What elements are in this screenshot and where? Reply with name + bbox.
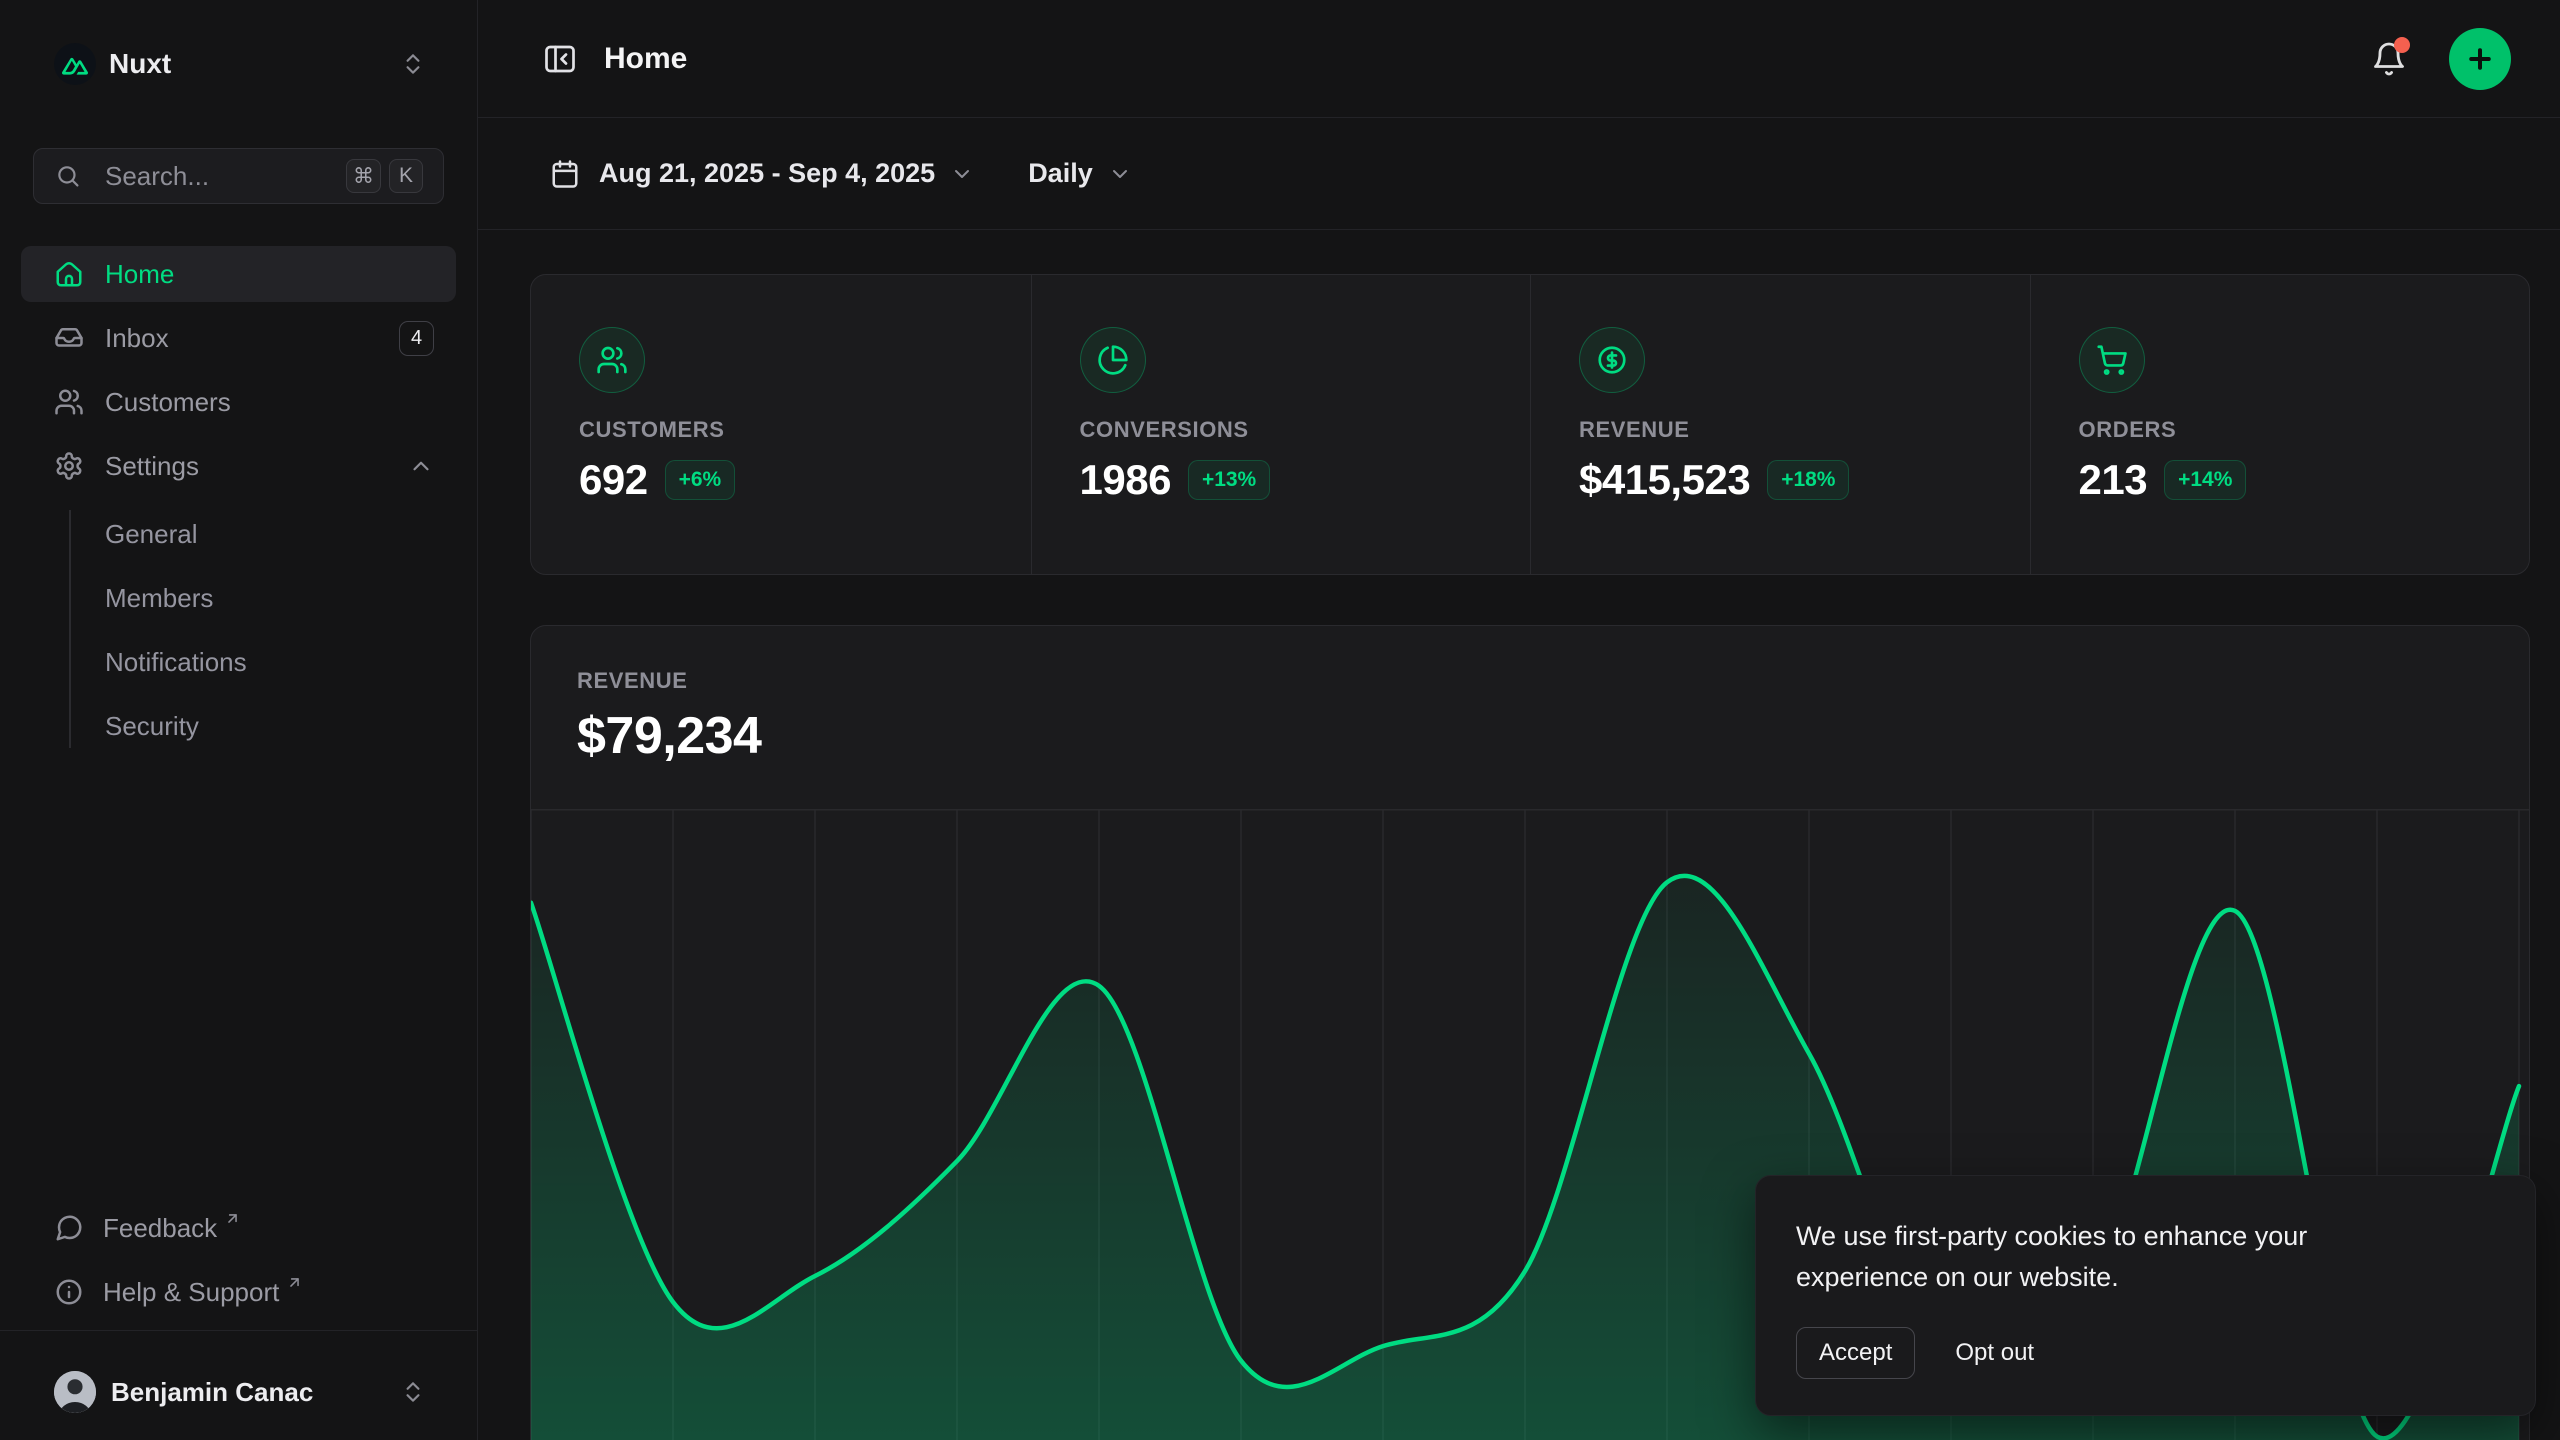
date-range-picker[interactable]: Aug 21, 2025 - Sep 4, 2025 (550, 158, 974, 189)
granularity-value: Daily (1028, 158, 1093, 189)
team-switcher[interactable]: Nuxt (21, 36, 456, 92)
footer-item-label: Help & Support (103, 1277, 279, 1308)
cookie-message: We use first-party cookies to enhance yo… (1796, 1216, 2446, 1297)
sidebar-divider (0, 1330, 477, 1331)
stat-label: ORDERS (2079, 417, 2530, 443)
cookie-banner: We use first-party cookies to enhance yo… (1755, 1175, 2536, 1416)
stat-revenue[interactable]: REVENUE $415,523 +18% (1530, 275, 2030, 574)
revenue-chart-value: $79,234 (577, 706, 2529, 766)
help-support-link[interactable]: Help & Support (21, 1260, 456, 1324)
sidebar-item-customers[interactable]: Customers (21, 374, 456, 430)
stat-conversions[interactable]: CONVERSIONS 1986 +13% (1031, 275, 1531, 574)
notification-dot (2394, 37, 2410, 53)
sidebar-item-settings[interactable]: Settings (21, 438, 456, 494)
user-name: Benjamin Canac (111, 1377, 400, 1408)
external-link-icon (224, 1210, 241, 1227)
stat-label: CONVERSIONS (1080, 417, 1531, 443)
add-button[interactable] (2449, 28, 2511, 90)
nuxt-logo-icon (54, 43, 96, 85)
avatar (54, 1371, 96, 1413)
inbox-icon (54, 323, 84, 353)
page-header: Home (478, 0, 2560, 118)
footer-item-label: Feedback (103, 1213, 217, 1244)
kbd-cmd: ⌘ (346, 159, 381, 193)
inbox-count-badge: 4 (399, 321, 434, 356)
granularity-select[interactable]: Daily (1028, 158, 1132, 189)
sidebar-nav: Home Inbox 4 Customers Settings Ge (21, 246, 456, 758)
notifications-button[interactable] (2371, 41, 2407, 77)
gear-icon (54, 451, 84, 481)
opt-out-button[interactable]: Opt out (1955, 1339, 2034, 1367)
kbd-k: K (389, 159, 423, 193)
sidebar-item-label: Inbox (105, 323, 399, 354)
shopping-cart-icon (2079, 327, 2145, 393)
users-icon (54, 387, 84, 417)
chevrons-up-down-icon (400, 1379, 426, 1405)
sidebar-item-label: Customers (105, 387, 434, 418)
chat-bubble-icon (54, 1213, 84, 1243)
team-name: Nuxt (109, 48, 400, 80)
stat-orders[interactable]: ORDERS 213 +14% (2030, 275, 2530, 574)
sidebar-item-inbox[interactable]: Inbox 4 (21, 310, 456, 366)
stat-delta-badge: +6% (665, 460, 736, 500)
stat-value: 1986 (1080, 456, 1171, 504)
chevrons-up-down-icon (400, 51, 426, 77)
stat-delta-badge: +13% (1188, 460, 1270, 500)
pie-chart-icon (1080, 327, 1146, 393)
sidebar-footer: Feedback Help & Support Benjamin Canac (21, 1196, 456, 1424)
info-circle-icon (54, 1277, 84, 1307)
sidebar-item-general[interactable]: General (21, 502, 456, 566)
stat-delta-badge: +18% (1767, 460, 1849, 500)
sidebar-item-label: Settings (105, 451, 408, 482)
stat-delta-badge: +14% (2164, 460, 2246, 500)
feedback-link[interactable]: Feedback (21, 1196, 456, 1260)
sidebar-item-members[interactable]: Members (21, 566, 456, 630)
sidebar-item-security[interactable]: Security (21, 694, 456, 758)
search-input[interactable]: Search... ⌘ K (33, 148, 444, 204)
chevron-down-icon (1108, 162, 1132, 186)
stat-value: 692 (579, 456, 648, 504)
page-title: Home (604, 42, 687, 76)
sidebar-item-label: Home (105, 259, 434, 290)
sidebar-item-notifications[interactable]: Notifications (21, 630, 456, 694)
search-placeholder: Search... (105, 161, 338, 192)
stat-label: CUSTOMERS (579, 417, 1031, 443)
revenue-chart-label: REVENUE (577, 668, 2529, 694)
sidebar-collapse-icon[interactable] (542, 41, 578, 77)
plus-icon (2465, 44, 2495, 74)
accept-button[interactable]: Accept (1796, 1327, 1915, 1379)
user-menu[interactable]: Benjamin Canac (21, 1360, 456, 1424)
stat-value: 213 (2079, 456, 2148, 504)
date-range-value: Aug 21, 2025 - Sep 4, 2025 (599, 158, 935, 189)
sidebar-item-home[interactable]: Home (21, 246, 456, 302)
dollar-circle-icon (1579, 327, 1645, 393)
sidebar: Nuxt Search... ⌘ K Home Inbox 4 (0, 0, 478, 1440)
home-icon (54, 259, 84, 289)
stat-customers[interactable]: CUSTOMERS 692 +6% (531, 275, 1031, 574)
settings-submenu: General Members Notifications Security (21, 502, 456, 758)
users-icon (579, 327, 645, 393)
search-icon (55, 163, 81, 189)
chevron-up-icon (408, 453, 434, 479)
calendar-icon (550, 159, 580, 189)
external-link-icon (286, 1274, 303, 1291)
stat-label: REVENUE (1579, 417, 2030, 443)
chevron-down-icon (950, 162, 974, 186)
stats-row: CUSTOMERS 692 +6% CONVERSIONS 1986 +13% (530, 274, 2530, 575)
filters-toolbar: Aug 21, 2025 - Sep 4, 2025 Daily (478, 118, 2560, 230)
stat-value: $415,523 (1579, 456, 1750, 504)
